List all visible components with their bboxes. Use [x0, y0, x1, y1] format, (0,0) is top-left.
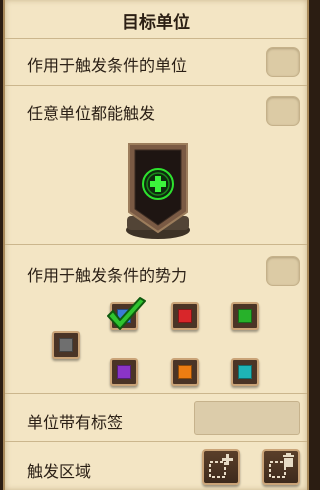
unit-tag-label: 单位带有标签 — [27, 413, 124, 432]
plus-icon — [142, 168, 174, 200]
color-swatch — [59, 338, 73, 352]
team-color-red[interactable] — [171, 302, 199, 330]
trigger-unit-checkbox[interactable] — [266, 47, 300, 77]
trigger-force-checkbox[interactable] — [266, 256, 300, 286]
color-swatch — [238, 365, 252, 379]
trigger-force-label: 作用于触发条件的势力 — [27, 266, 188, 285]
team-color-purple[interactable] — [110, 358, 138, 386]
panel-title: 目标单位 — [122, 13, 190, 33]
divider — [5, 244, 307, 245]
add-area-button[interactable] — [202, 449, 240, 485]
team-color-gray[interactable] — [52, 331, 80, 359]
color-swatch — [238, 309, 252, 323]
target-unit-panel: 目标单位 作用于触发条件的单位 任意单位都能触发 作用于触发条件的势力 单位带有… — [3, 0, 309, 490]
delete-area-button[interactable] — [262, 449, 300, 485]
unit-tag-input[interactable] — [194, 401, 300, 435]
divider — [5, 85, 307, 86]
team-color-orange[interactable] — [171, 358, 199, 386]
color-swatch — [117, 365, 131, 379]
team-color-green[interactable] — [231, 302, 259, 330]
unit-select-slot[interactable] — [125, 140, 191, 244]
delete-area-icon — [269, 453, 294, 478]
divider — [5, 393, 307, 394]
add-area-icon — [209, 454, 233, 478]
team-color-teal[interactable] — [231, 358, 259, 386]
checkmark-icon — [107, 297, 146, 330]
any-unit-label: 任意单位都能触发 — [27, 104, 156, 123]
color-swatch — [178, 309, 192, 323]
trigger-area-label: 触发区域 — [27, 462, 92, 481]
trigger-unit-label: 作用于触发条件的单位 — [27, 56, 188, 75]
divider — [5, 38, 307, 39]
divider — [5, 441, 307, 442]
color-swatch — [178, 365, 192, 379]
any-unit-checkbox[interactable] — [266, 96, 300, 126]
